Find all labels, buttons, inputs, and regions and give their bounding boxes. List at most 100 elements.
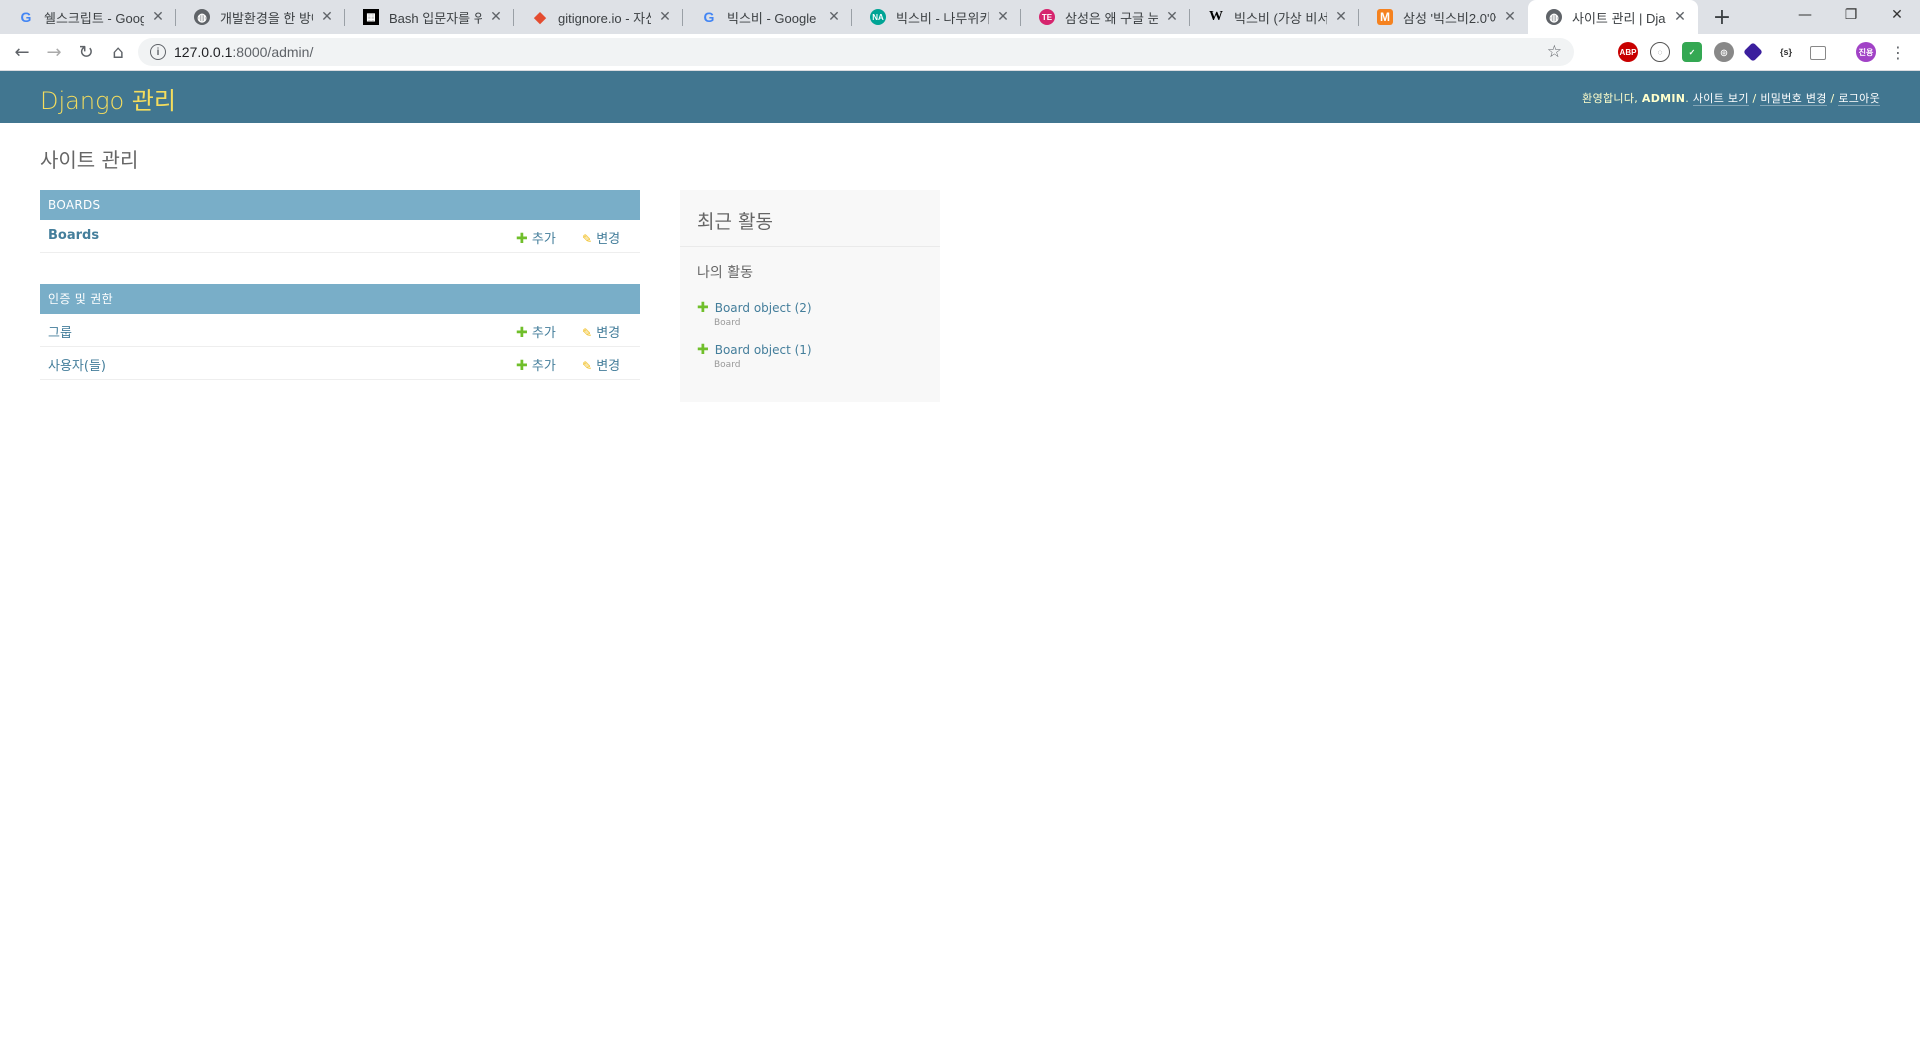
shield-icon[interactable]: ✓ [1682, 42, 1702, 62]
add-link[interactable]: ✚ 추가 [516, 355, 556, 374]
url-path: :8000/admin/ [232, 44, 314, 60]
cast-icon[interactable] [1810, 46, 1826, 60]
plus-icon: ✚ [516, 358, 528, 374]
minimize-icon[interactable]: — [1782, 0, 1828, 30]
extension-icon[interactable]: ◌ [1650, 42, 1670, 62]
recent-action-type: Board [714, 360, 741, 370]
recent-actions-header: 최근 활동 [680, 190, 940, 247]
browser-tab[interactable]: ▦ Bash 입문자를 위한 ✕ [345, 0, 514, 34]
module-caption[interactable]: BOARDS [40, 190, 640, 220]
browser-tab[interactable]: W 빅스비 (가상 비서) ✕ [1190, 0, 1359, 34]
globe-icon: ◍ [194, 9, 210, 25]
plus-icon: ✚ [697, 300, 709, 316]
username: ADMIN [1641, 92, 1686, 105]
extension-icon[interactable]: ◎ [1714, 42, 1734, 62]
new-tab-button[interactable]: + [1708, 3, 1736, 31]
django-header: Django 관리 환영합니다, ADMIN. 사이트 보기 / 비밀번호 변경… [0, 71, 1920, 123]
recent-action-link[interactable]: Board object (1) [715, 343, 812, 357]
close-icon[interactable]: ✕ [319, 9, 335, 25]
pencil-icon: ✎ [582, 326, 593, 340]
tab-title: 쉘스크립트 - Goog [44, 10, 144, 26]
change-link[interactable]: ✎ 변경 [582, 228, 620, 247]
close-icon[interactable]: ✕ [657, 9, 673, 25]
browser-tab[interactable]: TE 삼성은 왜 구글 눈치 ✕ [1021, 0, 1190, 34]
home-icon[interactable]: ⌂ [104, 38, 132, 66]
close-icon[interactable]: ✕ [826, 9, 842, 25]
restore-icon[interactable]: ❐ [1828, 0, 1874, 30]
browser-tab[interactable]: NA 빅스비 - 나무위키 ✕ [852, 0, 1021, 34]
git-icon: ◆ [534, 9, 546, 26]
back-icon[interactable]: ← [8, 38, 36, 66]
change-password-link[interactable]: 비밀번호 변경 [1760, 92, 1827, 106]
close-icon[interactable]: ✕ [488, 9, 504, 25]
pencil-icon: ✎ [582, 232, 593, 246]
browser-tab[interactable]: ◆ gitignore.io - 자신의 ✕ [514, 0, 683, 34]
globe-icon: ◍ [1546, 9, 1562, 25]
table-row: 그룹 ✚ 추가 ✎ 변경 [40, 314, 640, 347]
browser-tabstrip: G 쉘스크립트 - Goog ✕ ◍ 개발환경을 한 방에 ✕ ▦ Bash 입… [0, 0, 1920, 34]
my-actions-subtitle: 나의 활동 [697, 265, 753, 281]
close-icon[interactable]: ✕ [1672, 9, 1688, 25]
wikipedia-icon: W [1209, 9, 1223, 24]
bookmark-star-icon[interactable]: ☆ [1547, 42, 1562, 62]
module-caption[interactable]: 인증 및 권한 [40, 284, 640, 314]
table-row: Boards ✚ 추가 ✎ 변경 [40, 220, 640, 253]
change-link[interactable]: ✎ 변경 [582, 355, 620, 374]
json-icon[interactable]: {s} [1776, 42, 1796, 62]
add-label: 추가 [531, 326, 556, 341]
welcome-text: 환영합니다, [1582, 92, 1642, 105]
address-bar[interactable]: i 127.0.0.1:8000/admin/ ☆ [138, 38, 1574, 66]
app-module-boards: BOARDS Boards ✚ 추가 ✎ 변경 [40, 190, 640, 253]
add-label: 추가 [531, 359, 556, 374]
app-module-auth: 인증 및 권한 그룹 ✚ 추가 ✎ 변경 사용자(들) ✚ 추가 ✎ 변경 [40, 284, 640, 380]
table-row: 사용자(들) ✚ 추가 ✎ 변경 [40, 347, 640, 380]
site-branding[interactable]: Django 관리 [40, 81, 176, 116]
recent-action-link[interactable]: Board object (2) [715, 301, 812, 315]
change-link[interactable]: ✎ 변경 [582, 322, 620, 341]
browser-tab-active[interactable]: ◍ 사이트 관리 | Djan ✕ [1528, 0, 1698, 34]
plus-icon: ✚ [516, 325, 528, 341]
tab-title: 사이트 관리 | Djan [1572, 10, 1666, 26]
close-icon[interactable]: ✕ [1333, 9, 1349, 25]
diamond-icon[interactable] [1743, 42, 1763, 62]
model-link[interactable]: 그룹 [48, 322, 72, 341]
window-close-icon[interactable]: ✕ [1874, 0, 1920, 30]
page-title: 사이트 관리 [40, 148, 139, 172]
profile-avatar[interactable]: 진용 [1856, 42, 1876, 62]
tab-title: gitignore.io - 자신의 [558, 10, 651, 26]
model-link[interactable]: Boards [48, 228, 99, 243]
add-link[interactable]: ✚ 추가 [516, 322, 556, 341]
tab-title: 삼성은 왜 구글 눈치 [1065, 10, 1158, 26]
tab-title: Bash 입문자를 위한 [389, 10, 482, 26]
google-icon: G [20, 9, 32, 25]
tab-title: 빅스비 (가상 비서) [1234, 10, 1327, 26]
browser-toolbar: ← → ↻ ⌂ i 127.0.0.1:8000/admin/ ☆ ABP ◌ … [0, 34, 1920, 71]
browser-tab[interactable]: ◍ 개발환경을 한 방에 ✕ [176, 0, 345, 34]
news-icon: TE [1039, 9, 1055, 25]
reload-icon[interactable]: ↻ [72, 38, 100, 66]
recent-action-type: Board [714, 318, 741, 328]
model-link[interactable]: 사용자(들) [48, 355, 106, 374]
browser-tab[interactable]: G 쉘스크립트 - Goog ✕ [0, 0, 176, 34]
close-icon[interactable]: ✕ [1502, 9, 1518, 25]
list-item: ✚ Board object (2) Board [697, 300, 812, 328]
pencil-icon: ✎ [582, 359, 593, 373]
close-icon[interactable]: ✕ [150, 9, 166, 25]
plus-icon: ✚ [697, 342, 709, 358]
browser-tab[interactable]: G 빅스비 - Google 검 ✕ [683, 0, 852, 34]
logout-link[interactable]: 로그아웃 [1838, 92, 1880, 106]
info-icon[interactable]: i [150, 44, 166, 60]
menu-kebab-icon[interactable]: ⋮ [1884, 38, 1912, 66]
add-link[interactable]: ✚ 추가 [516, 228, 556, 247]
tab-title: 빅스비 - 나무위키 [896, 10, 989, 26]
google-icon: G [703, 9, 715, 25]
tab-title: 삼성 '빅스비2.0'에 [1403, 10, 1496, 26]
recent-actions-panel: 최근 활동 나의 활동 ✚ Board object (2) Board ✚ Boa… [680, 190, 940, 402]
forward-icon[interactable]: → [40, 38, 68, 66]
close-icon[interactable]: ✕ [1164, 9, 1180, 25]
list-item: ✚ Board object (1) Board [697, 342, 812, 370]
adblock-icon[interactable]: ABP [1618, 42, 1638, 62]
browser-tab[interactable]: M 삼성 '빅스비2.0'에 ✕ [1359, 0, 1528, 34]
view-site-link[interactable]: 사이트 보기 [1692, 92, 1749, 106]
close-icon[interactable]: ✕ [995, 9, 1011, 25]
